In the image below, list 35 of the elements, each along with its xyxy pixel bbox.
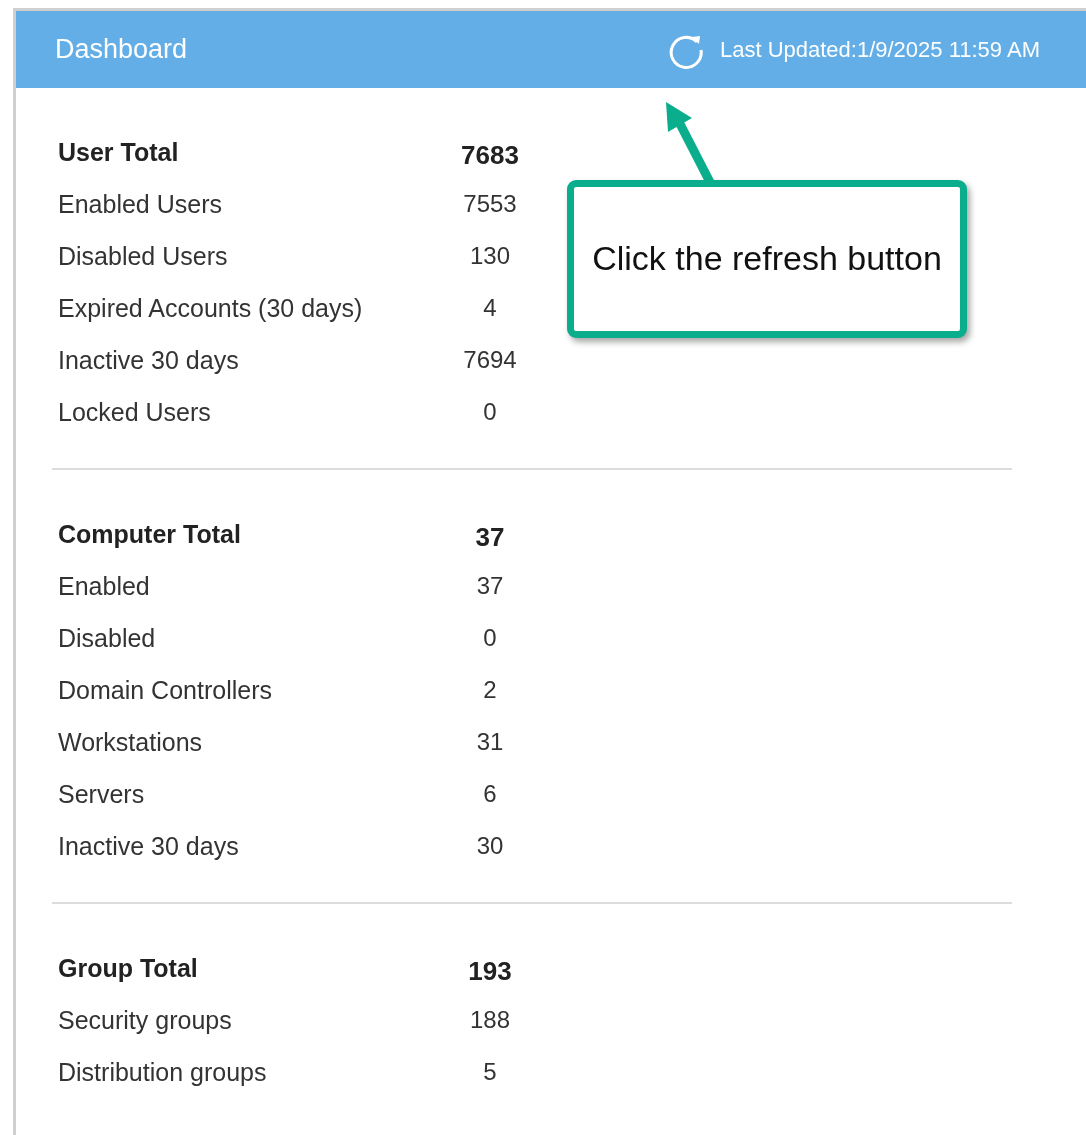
stat-label: Domain Controllers [58,675,273,705]
stat-value: 7553 [462,190,518,218]
section-total: 193 [467,954,513,987]
section-total: 37 [474,520,506,553]
stat-label: Inactive 30 days [58,345,240,375]
stat-value: 5 [482,1058,498,1086]
stat-value: 2 [482,676,498,704]
stat-label: Servers [58,779,146,809]
stat-label: Security groups [58,1005,233,1035]
last-updated-text: Last Updated:1/9/2025 11:59 AM [719,36,1040,63]
stat-label: Disabled [58,623,157,653]
stat-label: Locked Users [58,397,212,427]
stat-value: 6 [482,780,498,808]
callout-box: Click the refresh button [567,180,967,338]
stat-label: Disabled Users [58,241,229,271]
stat-label: Inactive 30 days [58,831,240,861]
section-title: Computer Total [58,519,242,549]
dashboard-title: Dashboard [55,34,188,65]
stat-value: 188 [468,1006,511,1034]
stat-value: 30 [475,832,505,860]
stat-label: Expired Accounts (30 days) [58,293,364,323]
stat-label: Enabled Users [58,189,223,219]
stat-label: Workstations [58,727,204,757]
stat-value: 0 [482,624,498,652]
stat-label: Distribution groups [58,1057,268,1087]
stat-value: 0 [482,398,498,426]
section-title: User Total [58,137,180,167]
section-total: 7683 [460,138,520,171]
stat-value: 130 [468,242,511,270]
section-title: Group Total [58,953,199,983]
stat-value: 7694 [462,346,518,374]
stat-value: 31 [475,728,505,756]
stat-label: Enabled [58,571,151,601]
stat-value: 4 [482,294,498,322]
stat-value: 37 [475,572,505,600]
